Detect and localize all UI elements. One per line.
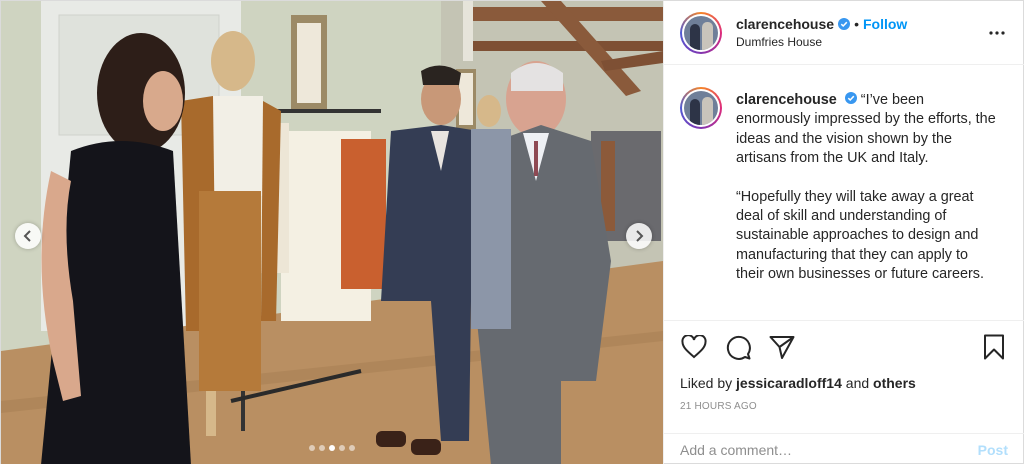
- post-actions: Liked by jessicaradloff14 and others 21 …: [664, 320, 1024, 412]
- carousel-indicator: [1, 445, 663, 451]
- carousel-next-button[interactable]: [626, 223, 652, 249]
- comment-input[interactable]: [680, 441, 978, 458]
- comment-bar: Post: [664, 433, 1024, 464]
- paper-plane-icon: [769, 336, 795, 359]
- post-photo: [1, 1, 663, 464]
- verified-badge-icon: [844, 92, 857, 104]
- save-button[interactable]: [980, 333, 1008, 361]
- carousel-dot: [319, 445, 325, 451]
- chevron-right-icon: [636, 230, 644, 242]
- header-user-row: clarencehouse • Follow: [736, 16, 985, 32]
- caption-avatar[interactable]: [680, 87, 722, 129]
- carousel-dot: [309, 445, 315, 451]
- share-button[interactable]: [768, 333, 796, 361]
- post-timestamp[interactable]: 21 HOURS AGO: [680, 401, 1008, 412]
- post-header: clarencehouse • Follow Dumfries House: [664, 1, 1024, 65]
- header-info: clarencehouse • Follow Dumfries House: [736, 16, 985, 49]
- caption-username-link[interactable]: clarencehouse: [736, 92, 837, 108]
- chevron-left-icon: [23, 230, 31, 242]
- caption-paragraph-1: clarencehouse “I’ve been enormously impr…: [736, 91, 998, 169]
- caption-text: clarencehouse “I’ve been enormously impr…: [736, 91, 998, 320]
- caption-paragraph-2: “Hopefully they will take away a great d…: [736, 188, 984, 283]
- avatar[interactable]: [680, 11, 722, 54]
- instagram-post: clarencehouse • Follow Dumfries House cl…: [0, 0, 1024, 464]
- heart-icon: [681, 335, 707, 359]
- post-photo-carousel[interactable]: [1, 1, 663, 464]
- post-side-panel: clarencehouse • Follow Dumfries House cl…: [663, 1, 1024, 464]
- liked-by-others-link[interactable]: others: [873, 375, 916, 391]
- comment-button[interactable]: [724, 333, 752, 361]
- follow-button[interactable]: Follow: [863, 16, 907, 32]
- like-button[interactable]: [680, 333, 708, 361]
- more-options-icon: [989, 30, 1005, 35]
- more-options-button[interactable]: [985, 21, 1009, 45]
- location-link[interactable]: Dumfries House: [736, 35, 985, 49]
- post-comment-button[interactable]: Post: [978, 442, 1008, 458]
- liked-by-prefix: Liked by: [680, 375, 733, 391]
- carousel-dot: [349, 445, 355, 451]
- likes-summary: Liked by jessicaradloff14 and others: [680, 375, 1008, 391]
- separator-dot: •: [854, 16, 859, 32]
- verified-badge-icon: [838, 18, 851, 30]
- bookmark-icon: [984, 334, 1004, 360]
- username-link[interactable]: clarencehouse: [736, 16, 834, 32]
- liked-by-and: and: [845, 375, 870, 391]
- comment-icon: [726, 335, 751, 360]
- carousel-dot: [339, 445, 345, 451]
- action-icons: [680, 333, 1008, 361]
- liked-by-user-link[interactable]: jessicaradloff14: [736, 375, 842, 391]
- carousel-prev-button[interactable]: [15, 223, 41, 249]
- carousel-dot: [329, 445, 335, 451]
- post-caption: clarencehouse “I’ve been enormously impr…: [664, 65, 1024, 320]
